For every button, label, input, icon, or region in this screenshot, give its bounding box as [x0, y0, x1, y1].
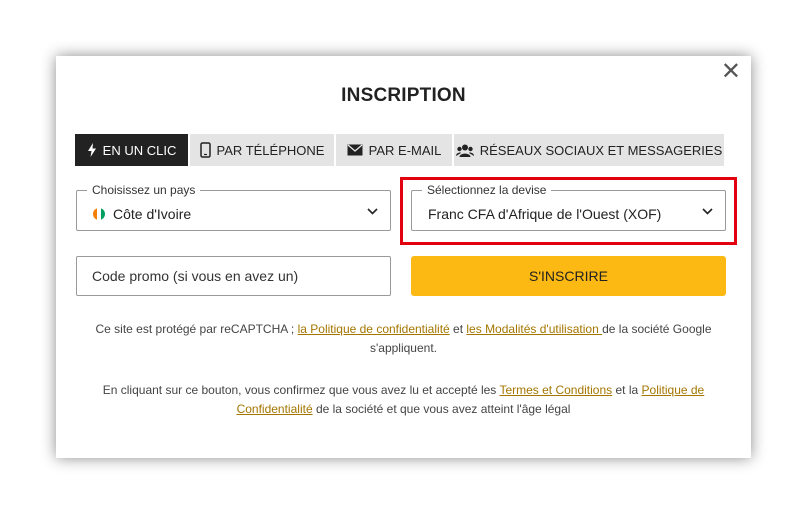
- chevron-down-icon: [367, 208, 378, 215]
- users-icon: [455, 144, 474, 157]
- recaptcha-notice: Ce site est protégé par reCAPTCHA ; la P…: [95, 322, 712, 355]
- tab-label: EN UN CLIC: [102, 142, 177, 158]
- lightning-icon: [87, 143, 96, 157]
- consent-notice: En cliquant sur ce bouton, vous confirme…: [102, 383, 705, 416]
- country-label: Choisissez un pays: [87, 183, 201, 197]
- tab-label: PAR E-MAIL: [368, 142, 442, 158]
- tab-social[interactable]: RÉSEAUX SOCIAUX ET MESSAGERIES: [454, 134, 724, 166]
- close-icon[interactable]: ✕: [721, 60, 741, 84]
- modal-title: INSCRIPTION: [341, 85, 466, 106]
- registration-tabs: EN UN CLIC PAR TÉLÉPHONE PAR E-MAIL RÉSE…: [75, 134, 726, 166]
- registration-modal: ✕ INSCRIPTION EN UN CLIC PAR TÉLÉPHONE P…: [56, 56, 751, 458]
- country-select[interactable]: Choisissez un pays Côte d'Ivoire: [76, 183, 391, 231]
- promo-code-input[interactable]: [76, 256, 391, 296]
- phone-icon: [199, 142, 211, 158]
- cote-divoire-flag-icon: [93, 208, 105, 220]
- google-terms-link[interactable]: les Modalités d'utilisation: [466, 322, 602, 336]
- country-value: Côte d'Ivoire: [113, 206, 192, 222]
- tab-one-click[interactable]: EN UN CLIC: [75, 134, 188, 166]
- tab-label: PAR TÉLÉPHONE: [216, 142, 325, 158]
- terms-link[interactable]: Termes et Conditions: [499, 383, 612, 397]
- envelope-icon: [347, 144, 363, 156]
- tab-phone[interactable]: PAR TÉLÉPHONE: [190, 134, 334, 166]
- tab-label: RÉSEAUX SOCIAUX ET MESSAGERIES: [479, 142, 723, 158]
- google-privacy-link[interactable]: la Politique de confidentialité: [298, 322, 450, 336]
- currency-highlight-box: [400, 177, 737, 245]
- signup-button[interactable]: S'INSCRIRE: [411, 256, 726, 296]
- tab-email[interactable]: PAR E-MAIL: [336, 134, 452, 166]
